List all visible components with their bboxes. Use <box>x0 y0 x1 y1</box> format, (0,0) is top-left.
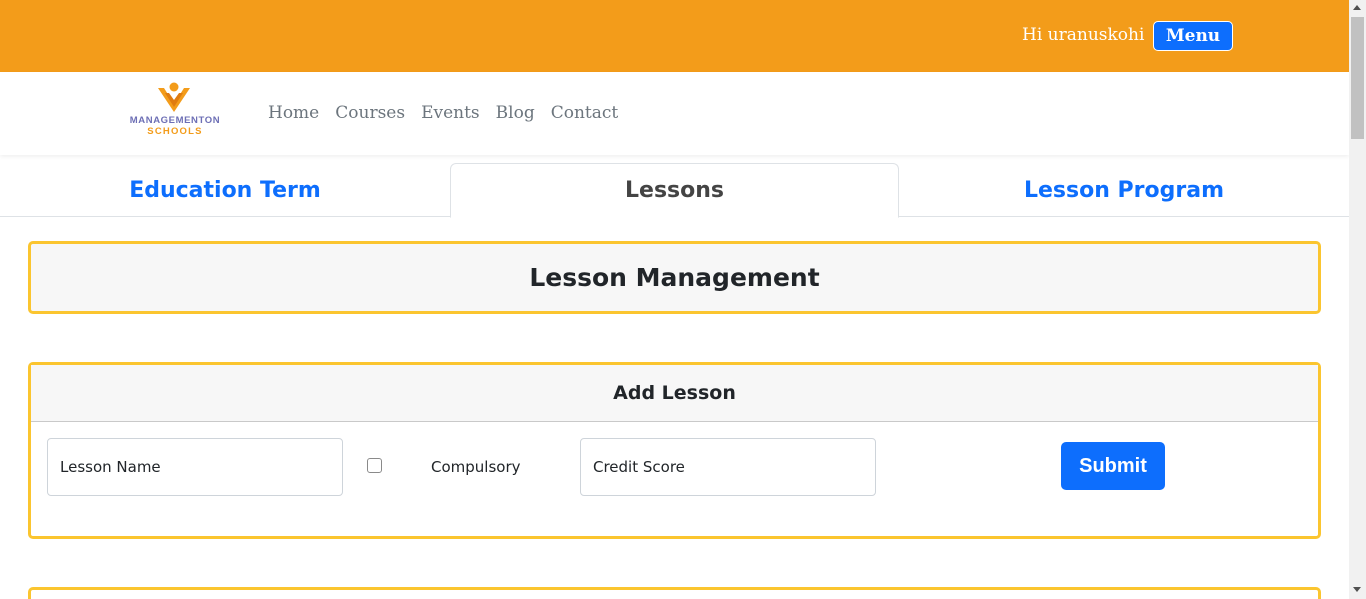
add-lesson-card: Add Lesson Compulsory Submit <box>28 362 1321 539</box>
compulsory-checkbox[interactable] <box>367 458 382 473</box>
page: Hi uranuskohi Menu MANAGEMENTON SCHOOLS … <box>0 0 1349 599</box>
nav-link-blog[interactable]: Blog <box>496 103 535 123</box>
main-navbar: MANAGEMENTON SCHOOLS Home Courses Events… <box>0 72 1349 155</box>
scroll-up-icon[interactable] <box>1353 5 1361 10</box>
lesson-list-card <box>28 587 1321 599</box>
scroll-down-icon[interactable] <box>1353 587 1361 592</box>
top-bar: Hi uranuskohi Menu <box>0 0 1349 72</box>
school-logo-icon <box>158 82 190 112</box>
nav-link-events[interactable]: Events <box>421 103 480 123</box>
nav-link-courses[interactable]: Courses <box>335 103 405 123</box>
tab-lesson-program[interactable]: Lesson Program <box>899 163 1349 217</box>
compulsory-label: Compulsory <box>431 458 521 476</box>
page-title: Lesson Management <box>529 263 820 292</box>
nav-link-home[interactable]: Home <box>268 103 319 123</box>
management-tabs: Education Term Lessons Lesson Program <box>0 163 1349 218</box>
lesson-name-input[interactable] <box>47 438 343 496</box>
logo-text-secondary: SCHOOLS <box>147 126 203 137</box>
user-greeting: Hi uranuskohi <box>1022 25 1145 45</box>
add-lesson-header: Add Lesson <box>31 365 1318 422</box>
tab-lessons[interactable]: Lessons <box>450 163 899 218</box>
nav-links: Home Courses Events Blog Contact <box>268 103 618 123</box>
credit-score-input[interactable] <box>580 438 876 496</box>
nav-link-contact[interactable]: Contact <box>551 103 619 123</box>
logo-text-primary: MANAGEMENTON <box>129 115 221 126</box>
page-scrollbar[interactable] <box>1349 0 1366 599</box>
lesson-management-header: Lesson Management <box>28 241 1321 314</box>
submit-button[interactable]: Submit <box>1061 442 1165 490</box>
site-logo[interactable]: MANAGEMENTON SCHOOLS <box>122 82 228 140</box>
tab-education-term[interactable]: Education Term <box>0 163 450 217</box>
scrollbar-thumb[interactable] <box>1351 17 1364 139</box>
menu-button[interactable]: Menu <box>1153 21 1233 51</box>
add-lesson-title: Add Lesson <box>613 382 736 404</box>
